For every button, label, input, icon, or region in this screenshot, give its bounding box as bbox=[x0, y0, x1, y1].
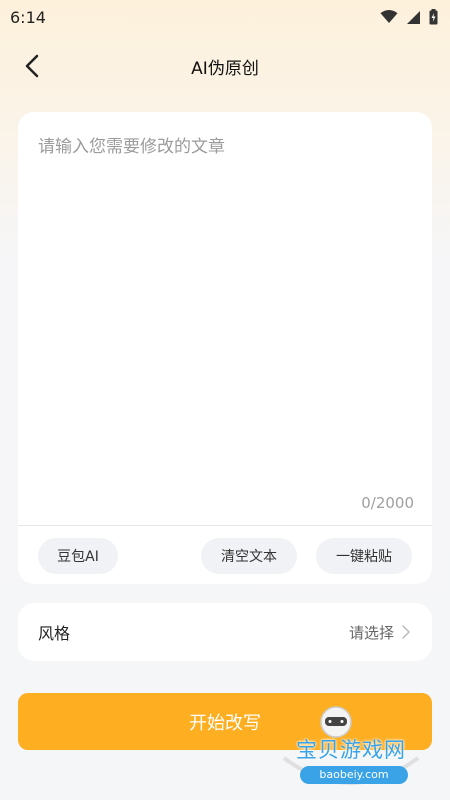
style-label: 风格 bbox=[38, 624, 71, 643]
char-count: 0/2000 bbox=[361, 494, 414, 512]
style-value: 请选择 bbox=[348, 623, 394, 642]
status-bar: 6:14 bbox=[0, 0, 450, 34]
signal-icon bbox=[407, 10, 420, 24]
watermark-url: baobeiy.com bbox=[300, 766, 408, 784]
article-input[interactable] bbox=[36, 130, 418, 484]
battery-icon bbox=[429, 9, 438, 25]
status-time: 6:14 bbox=[10, 7, 46, 27]
style-value-group: 请选择 bbox=[349, 622, 410, 643]
wifi-icon bbox=[380, 10, 398, 23]
back-button[interactable] bbox=[18, 50, 46, 82]
clear-text-button[interactable]: 清空文本 bbox=[201, 538, 297, 574]
nav-bar: AI伪原创 bbox=[0, 46, 450, 86]
page-title: AI伪原创 bbox=[191, 58, 259, 79]
start-rewrite-button[interactable]: 开始改写 bbox=[18, 693, 432, 750]
style-selector[interactable]: 风格 请选择 bbox=[18, 603, 432, 661]
chevron-right-icon bbox=[402, 625, 410, 639]
paste-button[interactable]: 一键粘贴 bbox=[316, 538, 412, 574]
doubao-ai-button[interactable]: 豆包AI bbox=[38, 538, 118, 574]
chevron-left-icon bbox=[25, 54, 39, 78]
editor-card: 0/2000 豆包AI 清空文本 一键粘贴 bbox=[18, 112, 432, 584]
status-icons bbox=[380, 9, 438, 25]
divider bbox=[18, 525, 432, 526]
